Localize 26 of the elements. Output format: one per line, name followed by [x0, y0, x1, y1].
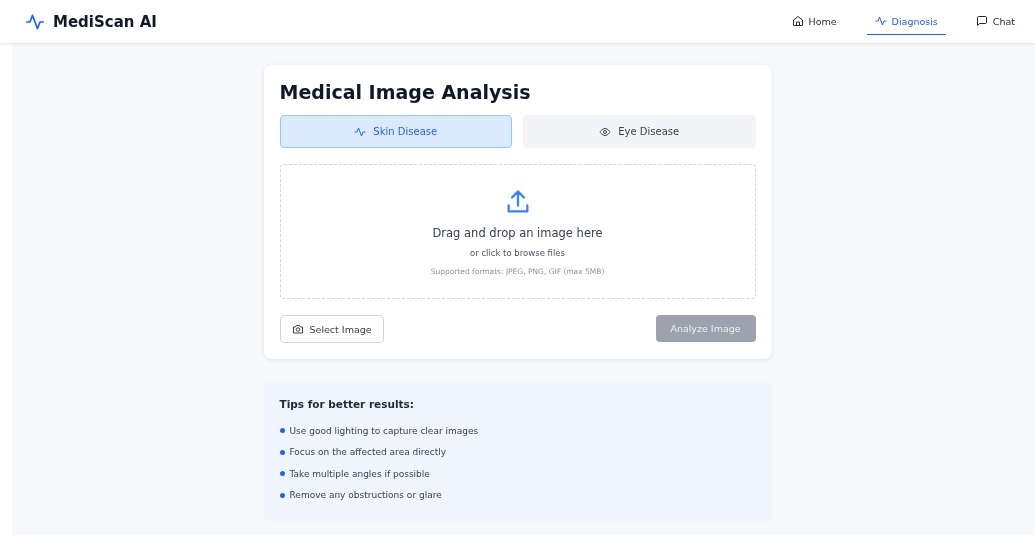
bullet-icon — [279, 471, 285, 477]
app-name: MediScan AI — [53, 12, 157, 31]
chat-icon — [975, 15, 988, 27]
eye-icon — [599, 125, 612, 138]
nav-link[interactable]: Home — [783, 8, 845, 35]
bullet-icon — [279, 492, 285, 498]
camera-icon — [291, 323, 304, 335]
pulse-icon — [874, 15, 887, 27]
bullet-icon — [279, 449, 285, 455]
select-image-button[interactable]: Select Image — [279, 315, 384, 343]
card-title: Medical Image Analysis — [279, 81, 532, 103]
tip-text: Use good lighting to capture clear images — [289, 425, 479, 436]
tips-title: Tips for better results: — [279, 398, 416, 410]
pulse-logo-icon — [25, 11, 45, 32]
drop-heading: Drag and drop an image here — [432, 225, 603, 240]
mode-tab[interactable]: Eye Disease — [523, 115, 756, 148]
tip-text: Remove any obstructions or glare — [289, 490, 442, 501]
nav-link[interactable]: Diagnosis — [866, 8, 946, 35]
nav-link[interactable]: Chat — [967, 8, 1023, 35]
pulse-icon — [354, 125, 367, 138]
tip-text: Focus on the affected area directly — [289, 447, 447, 458]
bullet-icon — [279, 428, 285, 434]
drop-subtext: or click to browse files — [470, 247, 565, 258]
tip-text: Take multiple angles if possible — [289, 468, 430, 479]
home-icon — [791, 15, 804, 27]
mode-tab[interactable]: Skin Disease — [279, 115, 512, 148]
